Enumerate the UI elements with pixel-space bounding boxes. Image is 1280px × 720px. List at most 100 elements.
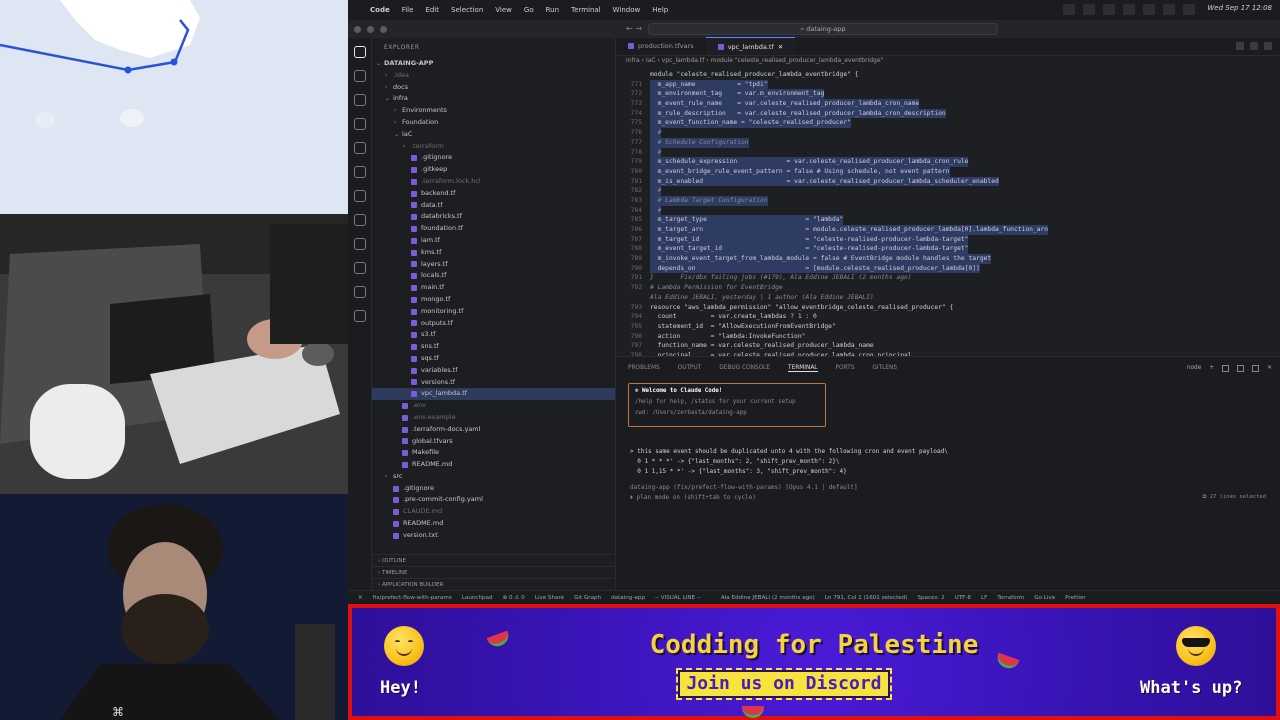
- trash-icon[interactable]: [1237, 364, 1245, 372]
- tree-file[interactable]: CLAUDE.md: [372, 506, 615, 518]
- close-window-button[interactable]: [354, 25, 361, 33]
- discord-cta[interactable]: Join us on Discord: [676, 668, 892, 700]
- maximize-window-button[interactable]: [380, 25, 387, 33]
- tree-file[interactable]: vpc_lambda.tf: [372, 388, 615, 401]
- tree-folder[interactable]: › .terraform: [372, 141, 615, 153]
- status-item[interactable]: dataing-app: [611, 595, 645, 601]
- testing-icon[interactable]: [353, 190, 366, 202]
- status-icon[interactable]: [1063, 4, 1076, 15]
- status-icon[interactable]: [1083, 4, 1096, 15]
- status-item[interactable]: Live Share: [535, 595, 564, 601]
- remote-icon[interactable]: [353, 166, 366, 178]
- status-icon[interactable]: [1143, 4, 1156, 15]
- tree-file[interactable]: Makefile: [372, 447, 615, 459]
- tree-file[interactable]: variables.tf: [372, 365, 615, 377]
- status-item[interactable]: UTF-8: [955, 595, 971, 601]
- code-line[interactable]: 780 m_event_bridge_rule_event_pattern = …: [616, 166, 1280, 177]
- tree-file[interactable]: versions.tf: [372, 377, 615, 389]
- status-item[interactable]: Prettier: [1065, 595, 1086, 601]
- tree-file[interactable]: outputs.tf: [372, 318, 615, 330]
- code-line[interactable]: 793 resource "aws_lambda_permission" "all…: [616, 303, 1280, 313]
- tree-file[interactable]: sqs.tf: [372, 353, 615, 365]
- tree-file[interactable]: .pre-commit-config.yaml: [372, 494, 615, 506]
- status-item[interactable]: Ala Eddine JEBALI (2 months ago): [721, 595, 815, 601]
- tree-file[interactable]: monitoring.tf: [372, 306, 615, 318]
- tree-file[interactable]: backend.tf: [372, 188, 615, 200]
- tree-file[interactable]: iam.tf: [372, 235, 615, 247]
- menu-file[interactable]: File: [402, 6, 414, 14]
- timeline-section[interactable]: › TIMELINE: [372, 566, 615, 578]
- code-line[interactable]: 786 m_target_arn = module.celeste_realis…: [616, 225, 1280, 235]
- tree-folder[interactable]: ⌄ infra: [372, 93, 615, 105]
- wifi-icon[interactable]: [1163, 4, 1176, 15]
- tree-root[interactable]: ⌄ DATAING-APP: [372, 58, 615, 70]
- menu-run[interactable]: Run: [546, 6, 559, 14]
- tree-file[interactable]: version.txt: [372, 530, 615, 542]
- source-control-icon[interactable]: [353, 94, 366, 106]
- status-item[interactable]: ✕: [358, 595, 363, 601]
- code-line[interactable]: 777 # Schedule Configuration: [616, 137, 1280, 148]
- run-debug-icon[interactable]: [353, 118, 366, 130]
- docker-icon[interactable]: [353, 238, 366, 250]
- code-line[interactable]: 775 m_event_function_name = "celeste_rea…: [616, 118, 1280, 129]
- code-line[interactable]: 782 #: [616, 186, 1280, 196]
- database-icon[interactable]: [353, 310, 366, 322]
- tree-folder[interactable]: › src: [372, 471, 615, 483]
- explorer-icon[interactable]: [353, 46, 366, 58]
- code-line[interactable]: 794 count = var.create_lambdas ? 1 : 0: [616, 312, 1280, 322]
- status-item[interactable]: -- VISUAL LINE --: [655, 595, 701, 601]
- menu-selection[interactable]: Selection: [451, 6, 483, 14]
- tab-ports[interactable]: PORTS: [836, 365, 855, 371]
- tree-file[interactable]: README.md: [372, 518, 615, 530]
- status-item[interactable]: Spaces: 2: [917, 595, 944, 601]
- status-item[interactable]: Ln 791, Col 2 (1601 selected): [825, 595, 908, 601]
- close-panel-icon[interactable]: ✕: [1267, 365, 1272, 371]
- tab-terminal[interactable]: TERMINAL: [788, 365, 818, 372]
- terminal-shell-label[interactable]: node: [1187, 365, 1201, 371]
- code-line[interactable]: 776 #: [616, 128, 1280, 138]
- code-line[interactable]: 789 m_invoke_event_target_from_lambda_mo…: [616, 254, 1280, 264]
- status-item[interactable]: Go Live: [1034, 595, 1055, 601]
- code-line[interactable]: 778 #: [616, 147, 1280, 158]
- code-line[interactable]: 774 m_rule_description = var.celeste_rea…: [616, 108, 1280, 119]
- menu-view[interactable]: View: [495, 6, 512, 14]
- tree-file[interactable]: .gitignore: [372, 152, 615, 164]
- code-line[interactable]: 797 function_name = var.celeste_realised…: [616, 341, 1280, 351]
- new-terminal-icon[interactable]: +: [1209, 365, 1214, 371]
- code-line[interactable]: 783 # Lambda Target Configuration: [616, 195, 1280, 206]
- tab-problems[interactable]: PROBLEMS: [628, 365, 660, 371]
- code-view[interactable]: module "celeste_realised_producer_lambda…: [616, 70, 1280, 356]
- tree-file[interactable]: global.tfvars: [372, 436, 615, 448]
- tree-file[interactable]: data.tf: [372, 200, 615, 212]
- tree-file[interactable]: mongo.tf: [372, 294, 615, 306]
- search-icon[interactable]: [353, 70, 366, 82]
- status-item[interactable]: Git Graph: [574, 595, 601, 601]
- status-icon[interactable]: [1103, 4, 1116, 15]
- code-line[interactable]: 772 m_environment_tag = var.m_environmen…: [616, 89, 1280, 100]
- code-line[interactable]: 779 m_schedule_expression = var.celeste_…: [616, 157, 1280, 167]
- tree-file[interactable]: sns.tf: [372, 341, 615, 353]
- code-line[interactable]: 784 #: [616, 205, 1280, 216]
- gitlens-icon[interactable]: [353, 286, 366, 298]
- battery-icon[interactable]: [1183, 4, 1196, 15]
- tree-file[interactable]: .gitkeep: [372, 164, 615, 176]
- code-line[interactable]: 785 m_target_type = "lambda": [616, 215, 1280, 225]
- code-line[interactable]: Ala Eddine JEBALI, yesterday | 1 author …: [616, 293, 1280, 303]
- status-item[interactable]: ⊗ 0 ⚠ 0: [503, 595, 525, 601]
- code-line[interactable]: module "celeste_realised_producer_lambda…: [616, 70, 1280, 80]
- claude-icon[interactable]: [1250, 42, 1258, 50]
- tab-gitlens[interactable]: GITLENS: [872, 365, 897, 371]
- tree-file[interactable]: .terraform-docs.yaml: [372, 424, 615, 436]
- application-builder-section[interactable]: › APPLICATION BUILDER: [372, 578, 615, 590]
- code-line[interactable]: 787 m_target_id = "celeste-realised-prod…: [616, 234, 1280, 245]
- tree-file[interactable]: .gitignore: [372, 483, 615, 495]
- menu-help[interactable]: Help: [652, 6, 668, 14]
- minimize-window-button[interactable]: [367, 25, 374, 33]
- tree-file[interactable]: main.tf: [372, 282, 615, 294]
- code-line[interactable]: 788 m_event_target_id = "celeste-realise…: [616, 244, 1280, 255]
- tree-file[interactable]: locals.tf: [372, 270, 615, 282]
- tree-folder[interactable]: › Foundation: [372, 117, 615, 129]
- tree-file[interactable]: databricks.tf: [372, 211, 615, 223]
- tab-vpc-lambda[interactable]: vpc_lambda.tf ✕: [705, 37, 796, 55]
- tree-file[interactable]: README.md: [372, 459, 615, 471]
